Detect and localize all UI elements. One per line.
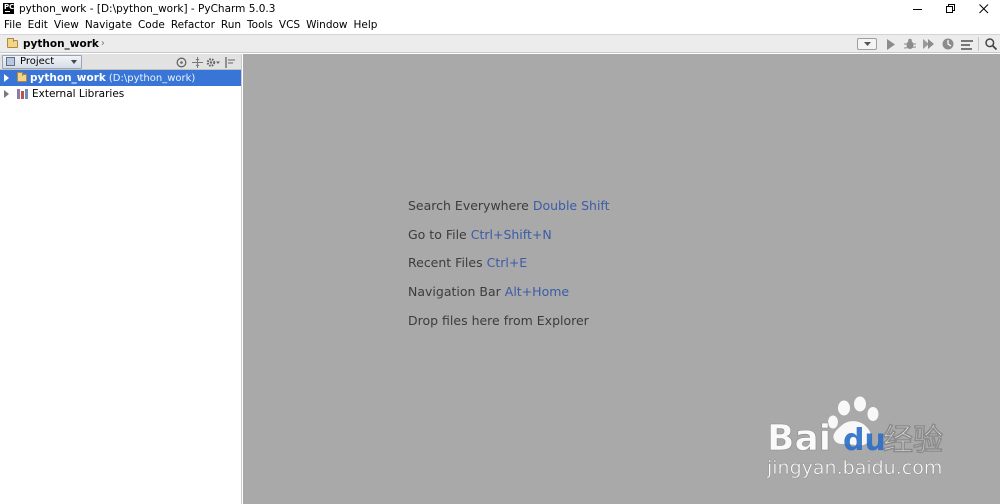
menu-bar: File Edit View Navigate Code Refactor Ru…	[0, 17, 1000, 33]
menu-run[interactable]: Run	[218, 17, 244, 33]
sync-button[interactable]	[173, 54, 189, 70]
pycharm-logo-icon: PC	[3, 3, 14, 14]
hint-text: Drop files here from Explorer	[408, 312, 589, 328]
watermark-url: jingyan.baidu.com	[766, 457, 942, 479]
hide-panel-button[interactable]	[221, 54, 237, 70]
project-tool-window: Project python_work (D:\python_work) Ext…	[0, 54, 242, 504]
menu-vcs[interactable]: VCS	[276, 17, 303, 33]
minimize-button[interactable]	[901, 0, 934, 17]
tasks-icon	[960, 39, 973, 50]
close-button[interactable]	[967, 0, 1000, 17]
hint-recent-files: Recent Files Ctrl+E	[408, 254, 610, 283]
library-icon	[17, 89, 29, 99]
baidu-jingyan-watermark: Bai du 经验 jingyan.baidu.com	[766, 396, 943, 479]
breadcrumb-project[interactable]: python_work	[23, 38, 99, 50]
menu-tools[interactable]: Tools	[244, 17, 276, 33]
run-configuration-dropdown[interactable]	[857, 38, 877, 50]
hint-text: Recent Files	[408, 255, 483, 271]
profile-button[interactable]	[938, 35, 957, 53]
menu-edit[interactable]: Edit	[25, 17, 51, 33]
profile-icon	[942, 38, 953, 50]
search-icon	[984, 38, 997, 50]
editor-hints: Search Everywhere Double Shift Go to Fil…	[408, 197, 610, 340]
hint-text: Search Everywhere	[408, 198, 529, 213]
menu-window[interactable]: Window	[303, 17, 350, 33]
hint-navigation-bar: Navigation Bar Alt+Home	[408, 283, 610, 312]
collapse-all-button[interactable]	[189, 54, 205, 70]
project-view-selector[interactable]: Project	[2, 54, 82, 69]
search-everywhere-button[interactable]	[981, 35, 1000, 53]
hint-shortcut: Ctrl+E	[486, 255, 528, 271]
hint-shortcut: Ctrl+Shift+N	[470, 226, 552, 242]
hide-panel-icon	[224, 56, 235, 68]
folder-icon	[17, 72, 27, 82]
sync-icon	[176, 57, 186, 67]
chevron-down-icon	[71, 59, 77, 64]
gear-icon	[206, 57, 220, 67]
watermark-du: du	[843, 423, 886, 458]
project-view-icon	[6, 57, 15, 66]
window-controls	[901, 0, 1000, 17]
menu-navigate[interactable]: Navigate	[82, 17, 135, 33]
close-icon	[978, 3, 988, 13]
restore-icon	[945, 3, 955, 13]
window-title: python_work - [D:\python_work] - PyCharm…	[19, 2, 276, 15]
tree-item-label: python_work	[30, 72, 106, 84]
run-icon	[886, 38, 895, 50]
chevron-down-icon	[863, 41, 871, 46]
settings-button[interactable]	[205, 54, 221, 70]
hint-shortcut: Double Shift	[532, 198, 610, 213]
menu-help[interactable]: Help	[351, 17, 381, 33]
debug-button[interactable]	[900, 35, 919, 53]
toolbar-divider	[978, 37, 979, 51]
restore-button[interactable]	[934, 0, 967, 17]
hint-shortcut: Alt+Home	[504, 284, 570, 300]
project-view-label: Project	[20, 56, 55, 67]
menu-refactor[interactable]: Refactor	[168, 17, 218, 33]
hint-drop-files: Drop files here from Explorer	[408, 312, 610, 341]
project-panel-header: Project	[0, 54, 241, 70]
expand-arrow-icon[interactable]	[4, 90, 9, 98]
tree-item-project-root[interactable]: python_work (D:\python_work)	[0, 70, 241, 86]
navigation-bar: python_work ›	[0, 34, 1000, 53]
folder-icon	[7, 37, 18, 48]
watermark-jingyan: 经验	[883, 423, 943, 458]
coverage-button[interactable]	[919, 35, 938, 53]
title-bar: PC python_work - [D:\python_work] - PyCh…	[0, 0, 1000, 17]
tree-item-external-libraries[interactable]: External Libraries	[0, 86, 241, 102]
run-button[interactable]	[881, 35, 900, 53]
menu-view[interactable]: View	[51, 17, 82, 33]
tree-item-path: (D:\python_work)	[108, 72, 196, 84]
tasks-button[interactable]	[957, 35, 976, 53]
coverage-icon	[922, 39, 934, 49]
minimize-icon	[912, 8, 922, 10]
menu-file[interactable]: File	[0, 17, 25, 33]
expand-arrow-icon[interactable]	[4, 74, 9, 82]
run-toolbar	[857, 35, 1000, 53]
debug-icon	[903, 38, 916, 49]
project-panel-tools	[173, 54, 237, 70]
hint-go-to-file: Go to File Ctrl+Shift+N	[408, 226, 610, 255]
menu-code[interactable]: Code	[135, 17, 168, 33]
tree-item-label: External Libraries	[32, 88, 125, 100]
breadcrumb-chevron-icon: ›	[100, 38, 105, 49]
hint-text: Go to File	[408, 226, 467, 242]
collapse-all-icon	[191, 56, 203, 68]
watermark-brand: Bai	[767, 418, 831, 459]
hint-search-everywhere: Search Everywhere Double Shift	[408, 197, 610, 226]
hint-text: Navigation Bar	[408, 284, 501, 300]
